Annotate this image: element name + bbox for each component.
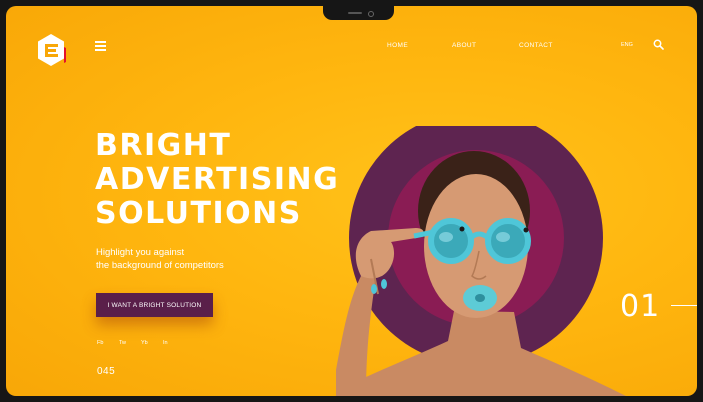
social-link-twitter[interactable]: Tw	[119, 340, 126, 346]
menu-icon[interactable]	[95, 41, 106, 51]
nav-link-contact[interactable]: CONTACT	[519, 42, 553, 49]
headline-line: SOLUTIONS	[95, 196, 302, 231]
subtitle-line: the background of competitors	[96, 260, 224, 271]
device-screen: HOME ABOUT CONTACT ENG BRIGHT ADVERTISIN…	[6, 6, 697, 396]
hero-model-image	[336, 126, 626, 396]
language-selector[interactable]: ENG	[621, 42, 633, 48]
nav-link-home[interactable]: HOME	[387, 42, 408, 49]
slide-number: 01	[620, 289, 661, 324]
counter: 045	[97, 366, 116, 377]
device-notch	[323, 6, 394, 20]
social-link-facebook[interactable]: Fb	[97, 340, 103, 346]
headline-line: BRIGHT	[95, 128, 232, 163]
hero-headline: BRIGHT ADVERTISING SOLUTIONS	[95, 129, 339, 231]
logo-icon[interactable]	[36, 33, 66, 67]
nav-link-about[interactable]: ABOUT	[452, 42, 476, 49]
social-link-instagram[interactable]: In	[163, 340, 168, 346]
slide-indicator-line	[671, 305, 697, 306]
headline-line: ADVERTISING	[95, 162, 340, 197]
search-icon[interactable]	[653, 39, 664, 50]
cta-button[interactable]: I WANT A BRIGHT SOLUTION	[96, 293, 213, 317]
subtitle-line: Highlight you against	[96, 247, 185, 258]
hero-subtitle: Highlight you against the background of …	[96, 246, 266, 272]
social-link-youtube[interactable]: Yb	[141, 340, 148, 346]
